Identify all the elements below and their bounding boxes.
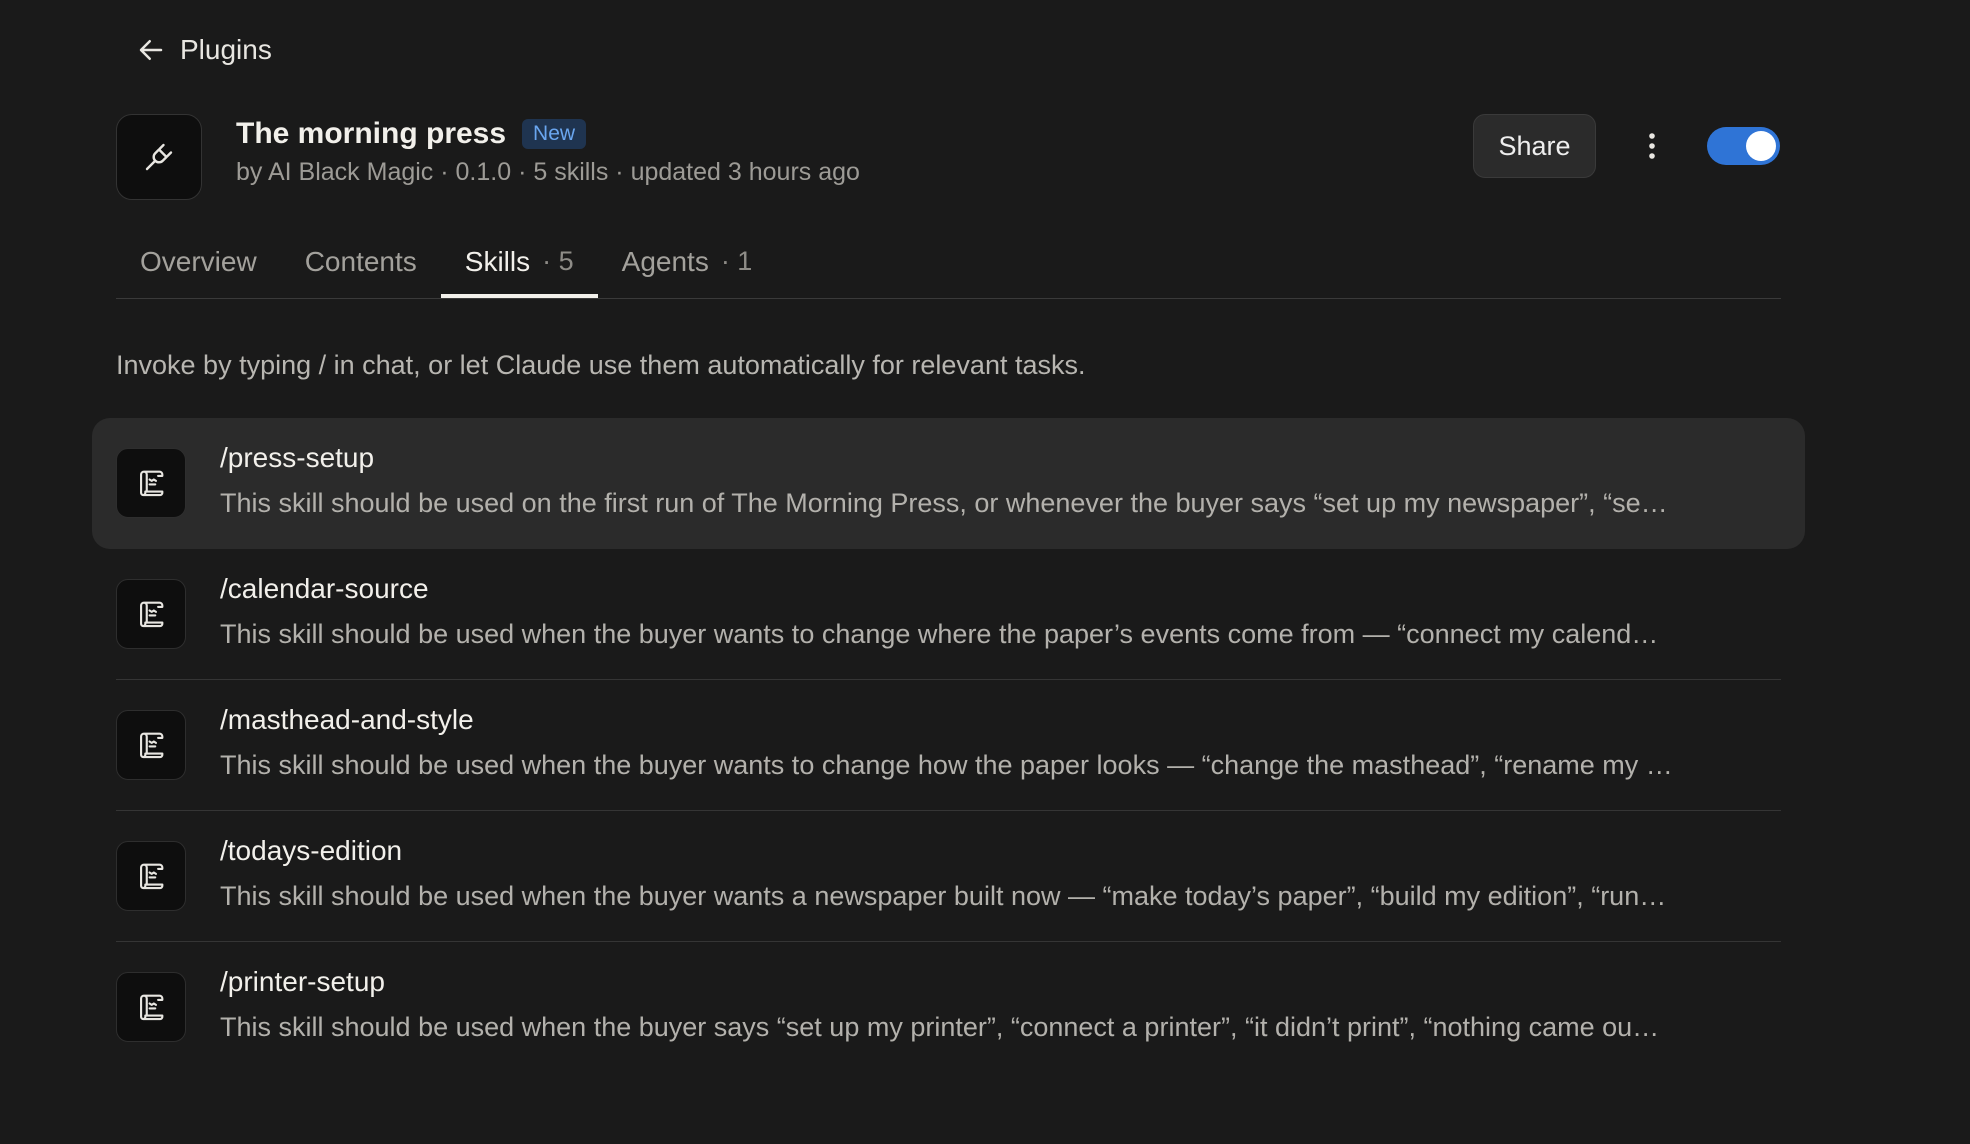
arrow-left-icon <box>139 40 163 60</box>
skills-list: /press-setup This skill should be used o… <box>92 418 1805 1073</box>
plugin-title-row: The morning press New <box>236 114 587 154</box>
back-to-plugins-link[interactable]: Plugins <box>136 30 272 70</box>
tab-label: Overview <box>140 246 257 277</box>
new-badge: New <box>522 119 587 149</box>
vertical-dots-icon <box>1649 133 1655 159</box>
skill-description: This skill should be used when the buyer… <box>220 1012 1660 1042</box>
tab-overview[interactable]: Overview <box>116 238 281 298</box>
plugin-meta: by AI Black Magic · 0.1.0 · 5 skills · u… <box>236 158 860 186</box>
skill-item-todays-edition[interactable]: /todays-edition This skill should be use… <box>116 811 1781 942</box>
skill-description: This skill should be used when the buyer… <box>220 750 1673 780</box>
plugin-avatar <box>116 114 202 200</box>
tab-bar: Overview Contents Skills · 5 Agents · 1 <box>116 238 1781 299</box>
plugin-enabled-toggle[interactable] <box>1707 127 1780 165</box>
scroll-icon <box>116 710 186 780</box>
skill-name: /printer-setup <box>220 966 385 997</box>
plugin-title: The morning press <box>236 117 507 150</box>
skill-name: /press-setup <box>220 442 375 473</box>
toggle-knob <box>1746 131 1776 161</box>
skill-name: /todays-edition <box>220 835 403 866</box>
back-label: Plugins <box>180 34 272 65</box>
scroll-icon <box>116 579 186 649</box>
skill-description: This skill should be used when the buyer… <box>220 881 1667 911</box>
scroll-icon <box>116 972 186 1042</box>
scroll-icon <box>116 448 186 518</box>
more-options-button[interactable] <box>1630 124 1674 168</box>
tab-contents[interactable]: Contents <box>281 238 441 298</box>
scroll-icon <box>116 841 186 911</box>
skill-item-calendar-source[interactable]: /calendar-source This skill should be us… <box>116 549 1781 680</box>
tab-label: Skills <box>464 246 531 277</box>
skill-description: This skill should be used on the first r… <box>220 488 1668 518</box>
plug-icon <box>145 143 173 171</box>
skill-item-press-setup[interactable]: /press-setup This skill should be used o… <box>92 418 1805 549</box>
skill-item-masthead-and-style[interactable]: /masthead-and-style This skill should be… <box>116 680 1781 811</box>
skills-intro-text: Invoke by typing / in chat, or let Claud… <box>116 350 1086 380</box>
tab-count: · 1 <box>720 246 753 276</box>
skill-description: This skill should be used when the buyer… <box>220 619 1659 649</box>
tab-label: Agents <box>621 246 709 277</box>
skill-name: /masthead-and-style <box>220 704 474 735</box>
tab-count: · 5 <box>542 246 574 276</box>
skill-item-printer-setup[interactable]: /printer-setup This skill should be used… <box>116 942 1781 1073</box>
tab-label: Contents <box>304 246 417 277</box>
skill-name: /calendar-source <box>220 573 429 604</box>
tab-skills[interactable]: Skills · 5 <box>440 238 598 298</box>
share-button[interactable]: Share <box>1473 114 1596 178</box>
tab-agents[interactable]: Agents · 1 <box>598 238 777 298</box>
